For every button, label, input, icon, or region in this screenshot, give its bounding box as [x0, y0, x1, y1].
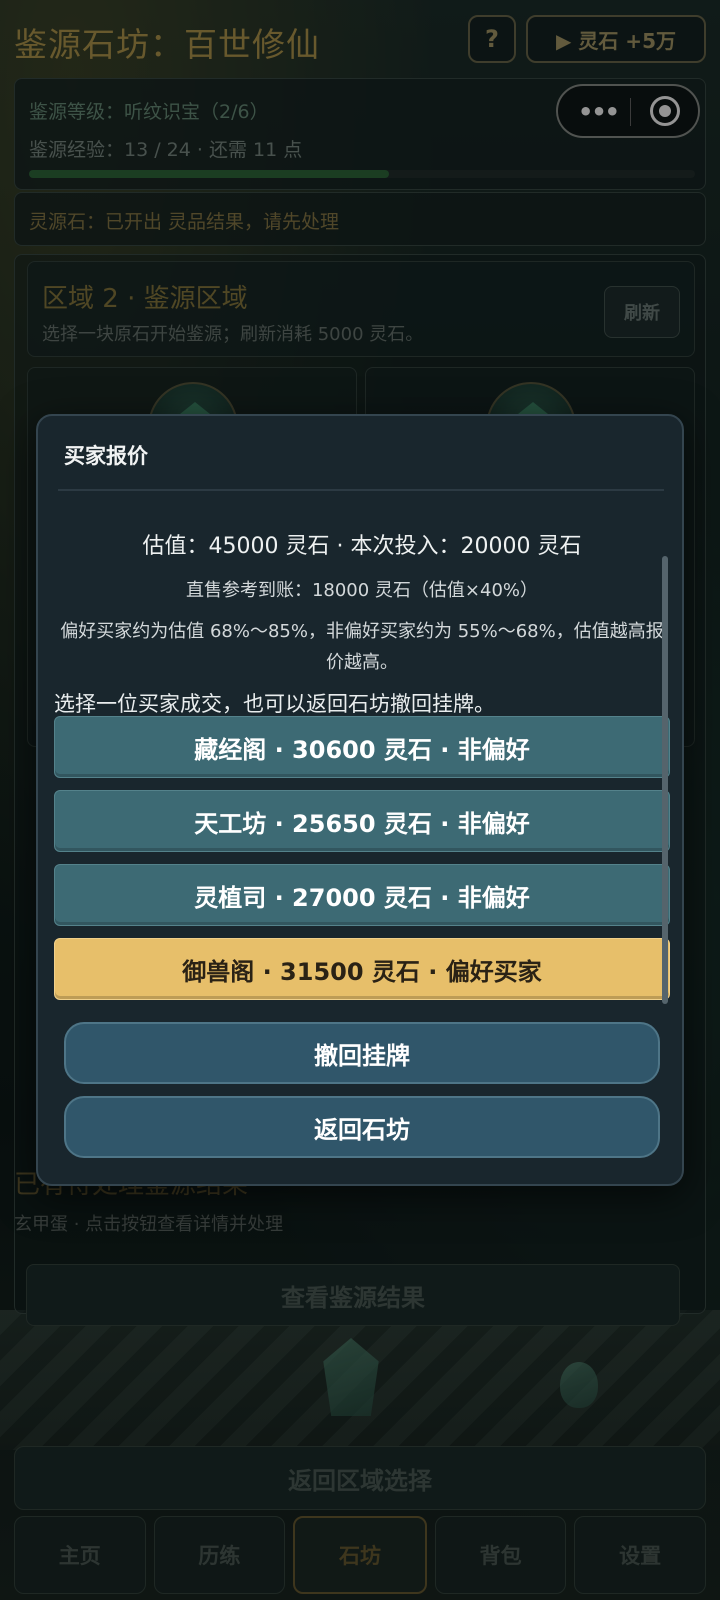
dialog-title: 买家报价: [64, 444, 148, 468]
buyer-offer-dialog: 买家报价 估值：45000 灵石 · 本次投入：20000 灵石 直售参考到账：…: [36, 414, 684, 1186]
dialog-scroll-area[interactable]: 估值：45000 灵石 · 本次投入：20000 灵石 直售参考到账：18000…: [52, 500, 672, 1004]
dialog-divider: [58, 489, 664, 491]
return-to-workshop-button[interactable]: 返回石坊: [64, 1096, 660, 1158]
preference-line: 偏好买家约为估值 68%～85%，非偏好买家约为 55%～68%，估值越高报价越…: [60, 621, 664, 673]
direct-sale-line: 直售参考到账：18000 灵石（估值×40%）: [185, 580, 539, 601]
buyer-option-tiangongfang[interactable]: 天工坊 · 25650 灵石 · 非偏好: [54, 790, 670, 852]
choose-buyer-hint: 选择一位买家成交，也可以返回石坊撤回挂牌。: [54, 692, 495, 716]
dialog-scrollbar[interactable]: [662, 556, 668, 1004]
buyer-option-yushouge[interactable]: 御兽阁 · 31500 灵石 · 偏好买家: [54, 938, 670, 1000]
withdraw-listing-button[interactable]: 撤回挂牌: [64, 1022, 660, 1084]
buyer-option-lingzhisi[interactable]: 灵植司 · 27000 灵石 · 非偏好: [54, 864, 670, 926]
valuation-line: 估值：45000 灵石 · 本次投入：20000 灵石: [142, 534, 582, 559]
buyer-option-cangjingge[interactable]: 藏经阁 · 30600 灵石 · 非偏好: [54, 716, 670, 778]
